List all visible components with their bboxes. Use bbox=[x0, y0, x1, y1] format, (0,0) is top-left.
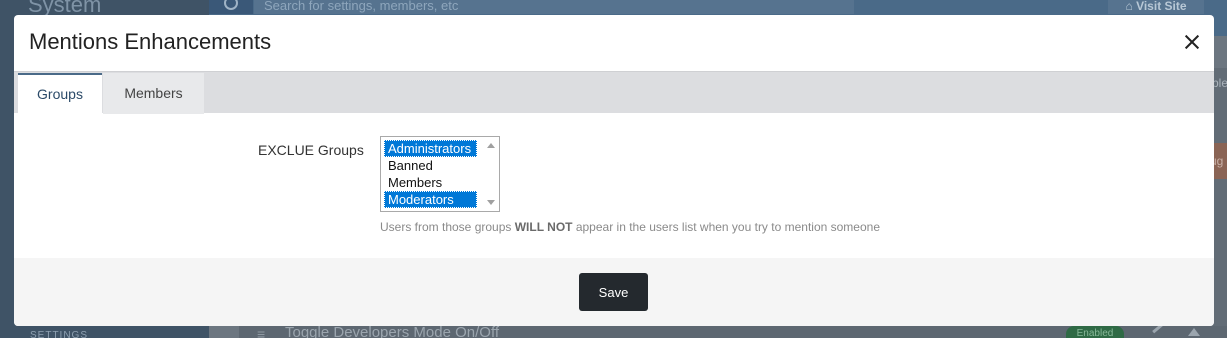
option-moderators[interactable]: Moderators bbox=[384, 191, 477, 208]
background-row-status-badge: Enabled bbox=[1066, 326, 1124, 338]
background-visit-site-button: ⌂ Visit Site bbox=[1108, 0, 1204, 14]
background-search-input: Search for settings, members, etc bbox=[254, 0, 854, 14]
scroll-down-arrow-icon[interactable] bbox=[487, 200, 495, 205]
background-right-text: ble bbox=[1212, 76, 1227, 90]
modal-title: Mentions Enhancements bbox=[29, 29, 272, 54]
modal-header: Mentions Enhancements bbox=[14, 15, 1214, 68]
upload-icon bbox=[1188, 328, 1200, 336]
close-icon[interactable] bbox=[1180, 30, 1204, 54]
exclude-groups-select[interactable]: Administrators Banned Members Moderators bbox=[380, 136, 500, 212]
option-members[interactable]: Members bbox=[384, 174, 477, 191]
tab-members[interactable]: Members bbox=[103, 73, 204, 114]
scroll-up-arrow-icon[interactable] bbox=[487, 143, 495, 148]
help-text: Users from those groups WILL NOT appear … bbox=[380, 220, 880, 234]
modal-footer: Save bbox=[14, 258, 1214, 326]
drag-handle-icon: ≡ bbox=[257, 326, 266, 338]
option-banned[interactable]: Banned bbox=[384, 157, 477, 174]
save-button[interactable]: Save bbox=[579, 273, 648, 311]
tab-groups[interactable]: Groups bbox=[18, 73, 102, 114]
help-text-emphasis: WILL NOT bbox=[514, 220, 573, 234]
option-administrators[interactable]: Administrators bbox=[384, 140, 477, 157]
exclude-groups-label: EXCLUE Groups bbox=[258, 142, 364, 158]
background-sidebar-footer: SETTINGS bbox=[30, 330, 89, 338]
help-text-suffix: appear in the users list when you try to… bbox=[572, 220, 880, 234]
help-text-prefix: Users from those groups bbox=[380, 220, 515, 234]
visit-site-label: Visit Site bbox=[1136, 0, 1187, 13]
form-area: EXCLUE Groups Administrators Banned Memb… bbox=[14, 113, 1214, 258]
modal-dialog: Mentions Enhancements Groups Members EXC… bbox=[14, 15, 1214, 326]
tab-bar: Groups Members bbox=[14, 71, 1214, 114]
background-row-label: Toggle Developers Mode On/Off bbox=[285, 324, 500, 338]
